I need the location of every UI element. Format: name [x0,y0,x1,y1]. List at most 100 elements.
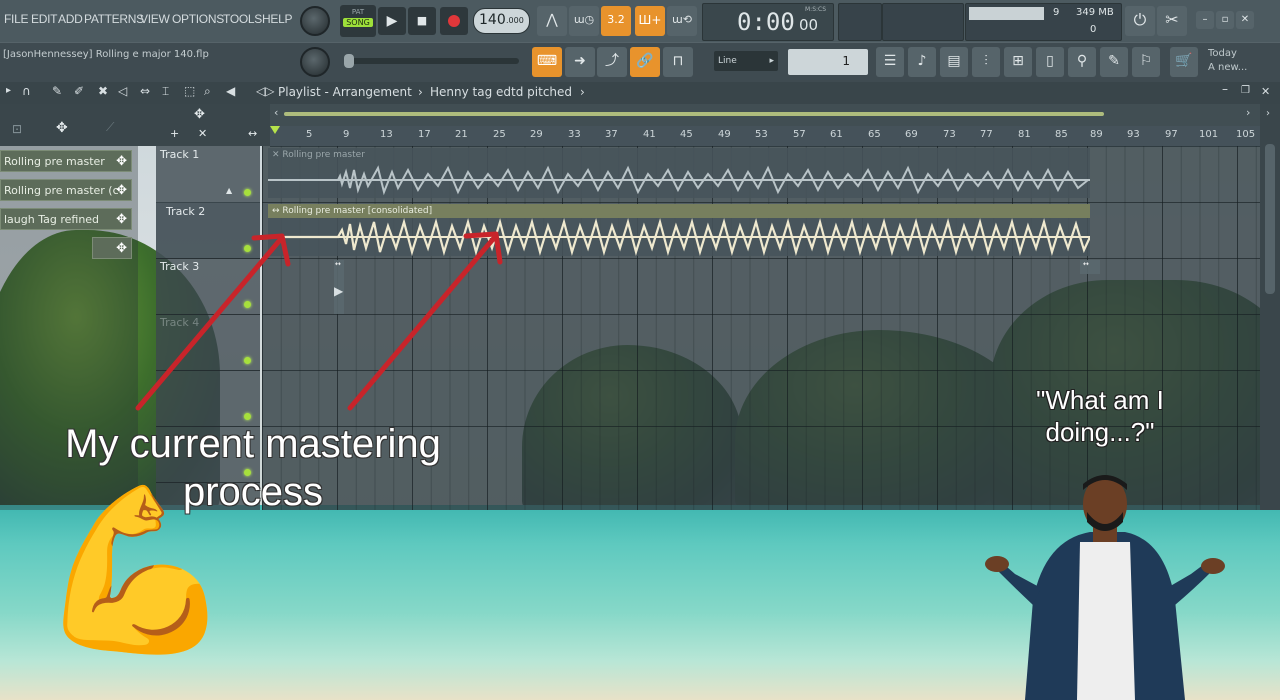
scroll-right-icon[interactable]: › [1266,108,1270,119]
pattern-picker-item[interactable]: laugh Tag refined ✥ [0,208,132,230]
scrollbar-thumb[interactable] [1265,144,1275,294]
piano-roll-button[interactable]: ♪ [908,47,936,77]
slip-icon[interactable]: ⇔ [140,84,150,98]
mute-icon[interactable]: ◁ [118,84,127,98]
song-time-display[interactable]: 0:00 00 M:S:CS [702,3,834,41]
magnet-button[interactable]: ⊓ [663,47,693,77]
menu-file[interactable]: FILE [4,12,28,26]
menu-options[interactable]: OPTIONS [172,12,224,26]
expand-tracks-icon[interactable]: ↔ [248,127,257,140]
move-icon[interactable]: ✥ [194,107,205,122]
playback-icon[interactable]: ◁▷ [256,84,274,98]
typing-keyboard-button[interactable]: ⌨ [532,47,562,77]
overview-scrollbar[interactable] [284,112,1104,116]
snap-selector[interactable]: Line ▸ [714,51,778,71]
select-icon[interactable]: ⬚ [184,84,195,98]
loop-record-button[interactable]: ɯ⟲ [667,6,697,36]
menu-tools[interactable]: TOOLS [223,12,262,26]
menu-edit[interactable]: EDIT [31,12,57,26]
track-mute-led[interactable] [244,357,251,364]
restore-panel-button[interactable]: ❐ [1241,85,1250,96]
pitch-slider-handle[interactable] [344,54,354,68]
pitch-slider[interactable] [344,54,519,68]
playlist-button[interactable]: ☰ [876,47,904,77]
power-icon[interactable]: ⏻ [1125,6,1155,36]
clip-marker[interactable]: ↔ [1080,260,1100,274]
track-header[interactable]: Track 4 [156,314,260,371]
cut-icon[interactable]: ✂ [1157,6,1187,36]
audio-clip-label: Rolling pre master [282,150,365,160]
scroll-right-arrow-icon[interactable]: › [1246,106,1250,119]
close-panel-button[interactable]: ✕ [1261,85,1270,98]
minimize-panel-button[interactable]: – [1222,82,1228,96]
scroll-left-arrow-icon[interactable]: ‹ [274,106,278,119]
pencil-icon[interactable]: ✎ [52,84,62,98]
blend-notes-button[interactable]: Ш+ [635,6,665,36]
menu-patterns[interactable]: PATTERNS [84,12,144,26]
plugin-picker-button[interactable]: ⚲ [1068,47,1096,77]
slide-button[interactable]: ⤴ [597,47,627,77]
pattern-picker-item[interactable]: Rolling pre master (c ✥ [0,179,132,201]
audio-clip[interactable]: ✕ Rolling pre master [268,148,1090,198]
pattern-selector[interactable]: 1 [788,49,868,75]
speaker-icon[interactable]: ◀ [226,84,235,98]
step-edit-button[interactable]: ➜ [565,47,595,77]
clip-marker[interactable]: ↔ ▶ [334,260,344,314]
track-header[interactable]: Track 2 [156,202,260,259]
track-header[interactable]: Track 3 [156,258,260,315]
menu-help[interactable]: HELP [262,12,292,26]
pattern-picker-item[interactable]: ✥ [92,237,132,259]
playlist-menu-icon[interactable]: ▸ [6,85,11,96]
ruler-tick: 77 [980,129,993,140]
track-mute-led[interactable] [244,189,251,196]
master-volume-knob[interactable] [300,6,330,36]
delete-icon[interactable]: ✖ [98,84,108,98]
picker-mode-icon[interactable]: ⊡ [12,122,22,136]
project-info-button[interactable]: ▯ [1036,47,1064,77]
vertical-scrollbar[interactable]: › [1260,104,1280,510]
minimize-window-button[interactable]: – [1196,11,1214,29]
news-panel[interactable]: Today A new... [1202,46,1280,80]
audio-clip[interactable]: ↔ Rolling pre master [consolidated] [268,204,1090,256]
link-button[interactable]: 🔗 [630,47,660,77]
slice-icon[interactable]: ⌶ [162,84,169,99]
track-mute-led[interactable] [244,413,251,420]
cpu-value: 9 [1053,7,1060,18]
menu-view[interactable]: VIEW [140,12,170,26]
track-header[interactable]: Track 1 ▲ [156,146,260,203]
pattern-chevron-icon[interactable]: › [580,85,585,99]
remove-track-icon[interactable]: ✕ [198,127,207,140]
playhead-marker[interactable] [270,126,280,134]
track-mute-led[interactable] [244,245,251,252]
stop-button[interactable]: ■ [408,7,436,35]
link-icon[interactable]: ⟋ [106,120,114,135]
menu-add[interactable]: ADD [58,12,83,26]
brush-icon[interactable]: ✐ [74,84,84,98]
patch-mode-button[interactable]: ⚐ [1132,47,1160,77]
pat-song-toggle[interactable]: PAT SONG [340,5,376,37]
maximize-window-button[interactable]: ▫ [1216,11,1234,29]
metronome-button[interactable]: ⋀ [537,6,567,36]
play-button[interactable]: ▶ [378,7,406,35]
tempo-display[interactable]: 140 .000 [473,8,530,34]
pattern-picker-item[interactable]: Rolling pre master ✥ [0,150,132,172]
bar-ruler[interactable]: 5 9 13 17 21 25 29 33 37 41 45 49 53 57 … [270,126,1260,147]
collapse-icon[interactable]: ▲ [226,186,232,195]
record-button[interactable] [440,7,468,35]
pattern-step-button[interactable]: 3.2 [601,6,631,36]
master-pitch-knob[interactable] [300,47,330,77]
browser-button[interactable]: ⊞ [1004,47,1032,77]
timeline-overview[interactable]: ‹ › [270,104,1260,126]
track-mute-led[interactable] [244,301,251,308]
channel-rack-button[interactable]: ▤ [940,47,968,77]
grab-icon[interactable]: ✥ [56,120,68,136]
magnet-icon[interactable]: ∩ [22,84,31,98]
add-track-icon[interactable]: + [170,127,179,140]
track-header[interactable] [156,370,260,427]
wait-input-button[interactable]: ɯ◷ [569,6,599,36]
store-button[interactable]: 🛒 [1170,47,1198,77]
mixer-button[interactable]: ⫶ [972,47,1000,77]
close-window-button[interactable]: ✕ [1236,11,1254,29]
touch-keyboard-button[interactable]: ✎ [1100,47,1128,77]
zoom-icon[interactable]: ⌕ [204,84,211,99]
